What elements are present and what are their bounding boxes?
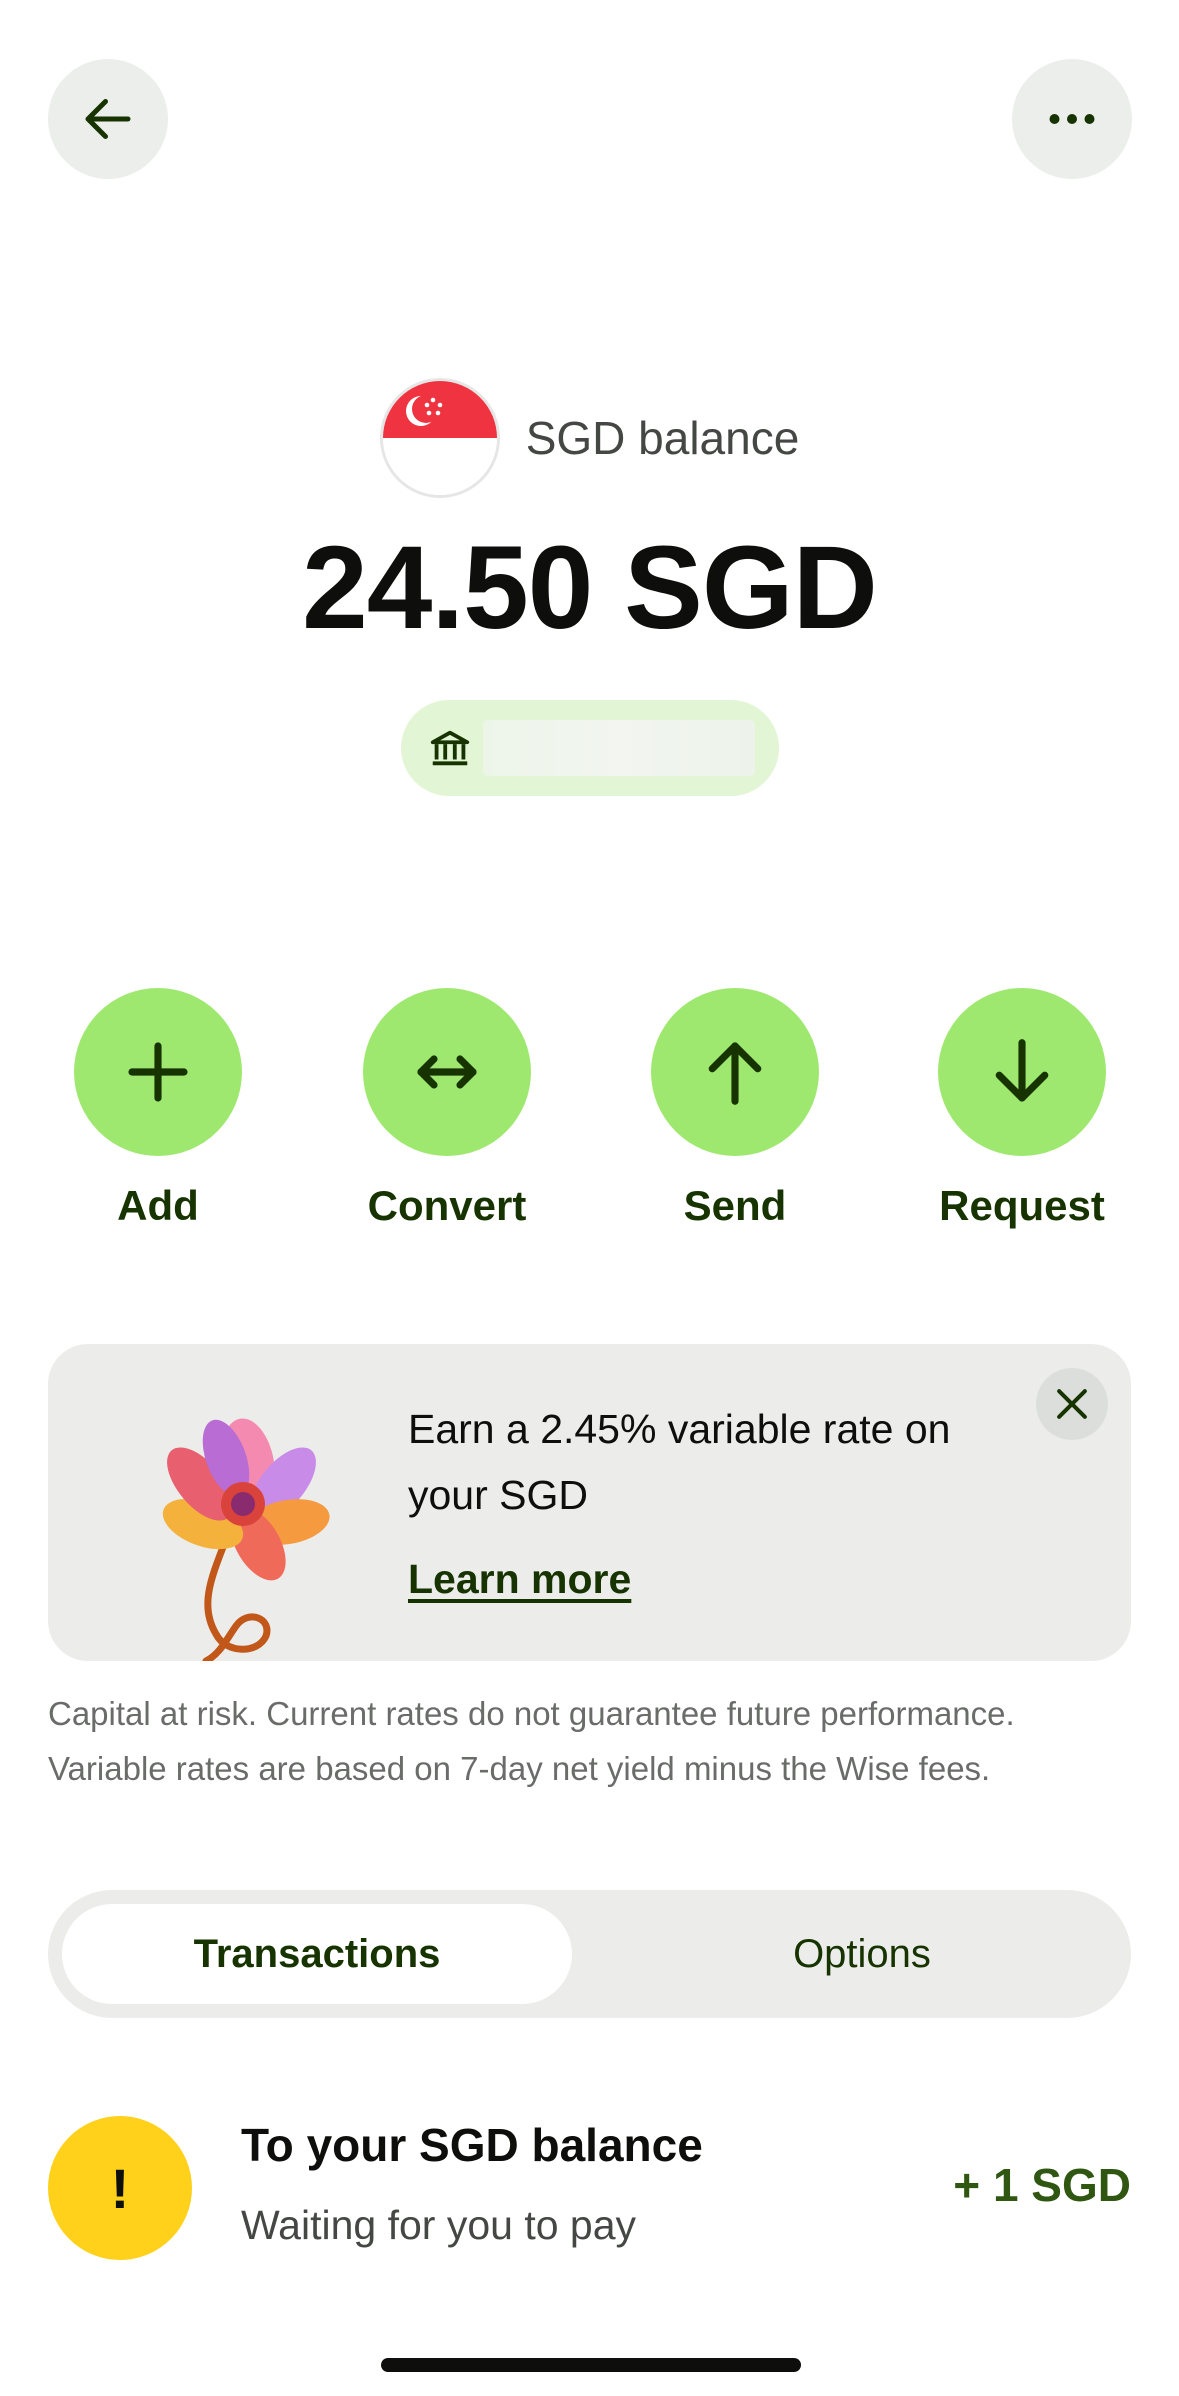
convert-arrows-icon (417, 1055, 477, 1089)
balance-amount: 24.50 SGD (302, 522, 878, 654)
transaction-amount: + 1 SGD (953, 2159, 1131, 2211)
promo-close-button[interactable] (1036, 1368, 1108, 1440)
more-options-button[interactable] (1012, 59, 1132, 179)
convert-button[interactable]: Convert (347, 988, 547, 1230)
bank-icon (430, 730, 470, 766)
transaction-row[interactable]: ! To your SGD balance Waiting for you to… (48, 2116, 1131, 2260)
transaction-status: Waiting for you to pay (241, 2202, 637, 2248)
promo-text: Earn a 2.45% variable rate on your SGD (408, 1406, 951, 1518)
transaction-title: To your SGD balance (241, 2119, 703, 2171)
request-label: Request (939, 1182, 1105, 1229)
singapore-flag-icon (379, 377, 500, 498)
account-details-button[interactable] (401, 700, 779, 796)
send-button[interactable]: Send (635, 988, 835, 1230)
interest-promo-card: Earn a 2.45% variable rate on your SGD L… (48, 1344, 1131, 1661)
send-label: Send (683, 1182, 787, 1229)
balance-header: SGD balance (0, 375, 1179, 500)
arrow-down-icon (995, 1039, 1049, 1102)
request-button[interactable]: Request (922, 988, 1122, 1230)
arrow-up-icon (708, 1042, 762, 1105)
disclaimer-text: Capital at risk. Current rates do not gu… (48, 1695, 1015, 1787)
tab-options[interactable]: Options (607, 1904, 1117, 2004)
add-label: Add (117, 1182, 199, 1229)
convert-label: Convert (367, 1182, 527, 1229)
back-button[interactable] (48, 59, 168, 179)
plus-icon (128, 1042, 188, 1102)
masked-account-number (483, 720, 755, 776)
arrow-left-icon (85, 99, 131, 139)
balance-screen: SGD balance 24.50 SGD Add Convert Send R… (0, 0, 1179, 2396)
home-indicator[interactable] (381, 2358, 801, 2372)
flower-illustration (162, 1418, 330, 1661)
pending-alert-icon: ! (48, 2116, 192, 2260)
learn-more-link[interactable]: Learn more (408, 1556, 631, 1603)
tab-bar: Transactions Options (48, 1890, 1131, 2018)
add-button[interactable]: Add (58, 988, 258, 1230)
tab-transactions[interactable]: Transactions (62, 1904, 572, 2004)
more-horizontal-icon (1049, 114, 1095, 124)
close-icon (1057, 1389, 1087, 1419)
balance-label: SGD balance (525, 411, 800, 464)
